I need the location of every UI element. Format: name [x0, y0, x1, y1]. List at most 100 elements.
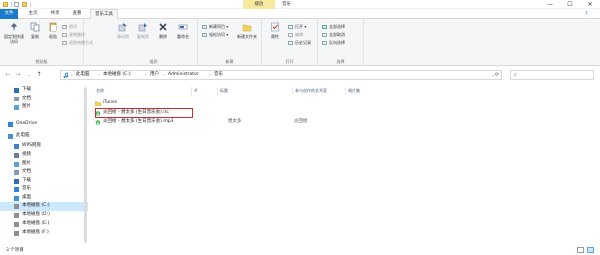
file-artist: 炎回桧	[294, 119, 308, 124]
paste-icon	[49, 22, 57, 32]
nav-item[interactable]: 视频	[0, 151, 88, 160]
new-group-label: 新建	[225, 59, 234, 64]
file-name: 炎回桧 - 想太多 (生日晋乐会).mp3	[103, 119, 174, 124]
pin-quick-access-button[interactable]: 固定到快速访问	[3, 22, 25, 52]
rename-button[interactable]: 重命名	[172, 22, 194, 52]
tab-home[interactable]: 主页	[24, 9, 42, 19]
column-album[interactable]: 唱片集	[345, 87, 405, 95]
select-none-label: 全部取消	[329, 32, 345, 37]
new-folder-icon[interactable]	[22, 2, 27, 7]
breadcrumb-music[interactable]: 音乐	[214, 71, 223, 79]
computer-icon	[8, 134, 13, 139]
maximize-button[interactable]: ☐	[560, 0, 580, 9]
forward-button[interactable]: →	[14, 70, 22, 80]
invert-selection-icon	[322, 41, 327, 45]
copy-path-icon	[62, 33, 67, 37]
copy-to-label: 复制到	[137, 34, 149, 39]
nav-item[interactable]: 本地磁盘 (F:)	[0, 229, 88, 238]
breadcrumb-users[interactable]: 用户	[150, 71, 159, 79]
breadcrumb-administrator[interactable]: Administrator	[168, 71, 199, 79]
nav-item[interactable]: OneDrive	[0, 120, 88, 129]
cut-button[interactable]: 剪切	[62, 24, 77, 30]
select-none-button[interactable]: 全部取消	[322, 32, 345, 38]
nav-scrollbar-thumb[interactable]	[84, 88, 87, 242]
folder-icon[interactable]	[3, 2, 8, 7]
breadcrumb-this-pc[interactable]: 此电脑	[76, 71, 90, 79]
delete-button[interactable]: 删除	[152, 22, 174, 52]
nav-item[interactable]: 本地磁盘 (E:)	[0, 220, 88, 229]
search-input[interactable]: ⌕	[510, 70, 594, 80]
minimize-button[interactable]: —	[540, 0, 560, 9]
nav-item[interactable]: 图片	[0, 103, 88, 112]
edit-button[interactable]: 编辑	[288, 32, 303, 38]
nav-item[interactable]: 此电脑	[0, 132, 88, 141]
tab-view[interactable]: 查看	[68, 9, 86, 19]
tab-file[interactable]: 文件	[0, 9, 18, 19]
easy-access-button[interactable]: 轻松访问 ▾	[202, 32, 228, 38]
folder-icon	[95, 100, 101, 106]
pin-label: 固定到快速访问	[4, 34, 24, 44]
status-bar: 3 个项目	[0, 246, 600, 255]
toolbar-separator	[30, 2, 31, 7]
nav-item[interactable]: 音乐	[0, 185, 88, 194]
details-view-icon[interactable]	[577, 247, 584, 253]
select-group: 全部选择 全部取消 反向选择 选择	[318, 19, 364, 66]
open-icon	[288, 25, 293, 29]
copy-path-button[interactable]: 复制路径	[62, 32, 85, 38]
column-number[interactable]: #	[191, 87, 217, 95]
column-title[interactable]: 标题	[217, 87, 292, 95]
move-to-label: 移动到	[117, 34, 129, 39]
recent-locations-button[interactable]: ⌄	[25, 70, 33, 80]
column-artist[interactable]: 参与创作的艺术家	[292, 87, 345, 95]
close-button[interactable]: ✕	[580, 0, 600, 9]
desktop-icon	[14, 196, 19, 201]
properties-label: 属性	[271, 34, 279, 39]
open-button[interactable]: 打开 ▾	[288, 24, 306, 30]
address-bar-row: ← → ⌄ ↑ › 此电脑 › 本地磁盘 (C:) › 用户 › Adminis…	[0, 66, 600, 84]
search-icon: ⌕	[514, 72, 517, 78]
breadcrumb-drive-c[interactable]: 本地磁盘 (C:)	[103, 71, 131, 79]
help-icon[interactable]: ?	[585, 11, 588, 17]
new-folder-icon	[242, 24, 252, 32]
move-to-button[interactable]: 移动到	[112, 22, 134, 52]
nav-item[interactable]: 文档	[0, 95, 88, 104]
easy-access-label: 轻松访问 ▾	[209, 32, 229, 37]
tab-music-tools[interactable]: 音乐工具	[90, 9, 118, 19]
column-name[interactable]: 名称	[94, 87, 191, 95]
paste-shortcut-icon	[62, 41, 67, 45]
contextual-tab-play[interactable]: 播放	[243, 0, 275, 9]
refresh-icon[interactable]: ⟳	[495, 71, 499, 79]
new-folder-button[interactable]: 新建文件夹	[234, 22, 260, 52]
new-group: 新建文件夹 新建项目 ▾ 轻松访问 ▾ 新建	[198, 19, 262, 66]
paste-shortcut-button[interactable]: 粘贴快捷方式	[62, 40, 93, 46]
paste-button[interactable]: 粘贴	[42, 22, 64, 52]
up-button[interactable]: ↑	[35, 70, 43, 80]
nav-item[interactable]: 本地磁盘 (D:)	[0, 211, 88, 220]
crumb-separator: ›	[145, 72, 147, 77]
copy-to-button[interactable]: 复制到	[132, 22, 154, 52]
large-icons-view-icon[interactable]	[587, 247, 594, 253]
highlight-box	[95, 108, 193, 118]
nav-item[interactable]: WPS网盘	[0, 142, 88, 151]
file-title: 想太多	[228, 119, 242, 124]
select-all-button[interactable]: 全部选择	[322, 24, 345, 30]
nav-scrollbar[interactable]	[84, 86, 87, 244]
drive-icon	[14, 222, 19, 227]
properties-icon[interactable]	[14, 2, 19, 7]
nav-item-label: 音乐	[22, 186, 31, 191]
tab-share[interactable]: 共享	[46, 9, 64, 19]
easy-access-icon	[202, 33, 207, 37]
back-button[interactable]: ←	[4, 70, 12, 80]
nav-item-label: 视频	[22, 152, 31, 157]
nav-item[interactable]: 下载	[0, 86, 88, 95]
nav-item[interactable]: 文档	[0, 168, 88, 177]
invert-selection-button[interactable]: 反向选择	[322, 40, 345, 46]
new-item-button[interactable]: 新建项目 ▾	[202, 24, 228, 30]
address-box[interactable]: › 此电脑 › 本地磁盘 (C:) › 用户 › Administrator ›…	[60, 70, 502, 80]
music-icon	[63, 72, 69, 78]
drive-icon	[14, 213, 19, 218]
history-button[interactable]: 历史记录	[288, 40, 311, 46]
properties-button[interactable]: 属性	[264, 22, 286, 52]
nav-item[interactable]: 本地磁盘 (C:)	[0, 202, 88, 211]
properties-icon	[271, 22, 279, 32]
